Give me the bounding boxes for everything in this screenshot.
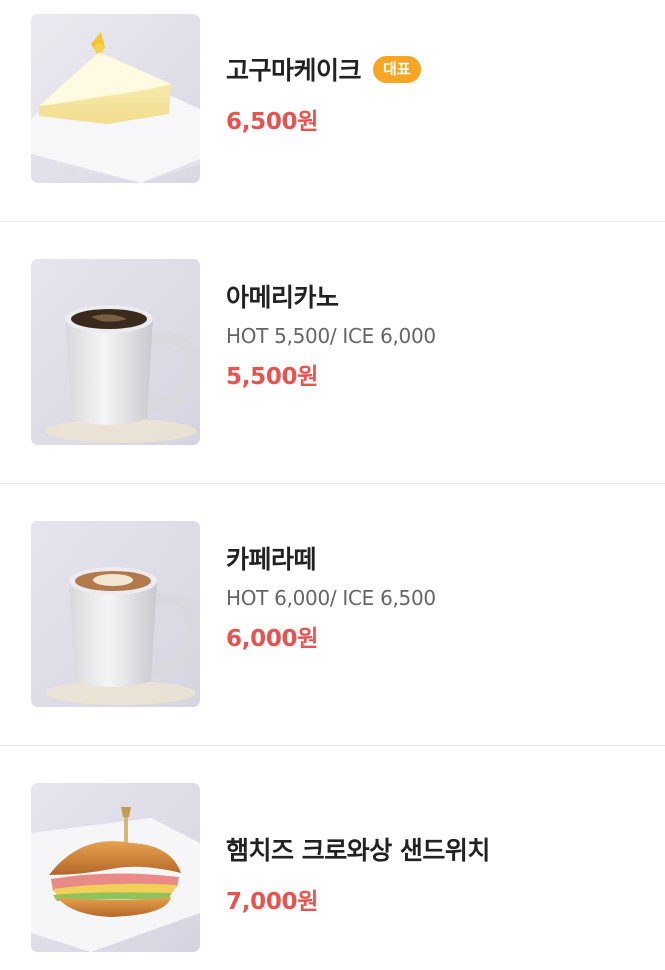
- item-name: 햄치즈 크로와상 샌드위치: [226, 836, 490, 865]
- item-name: 카페라떼: [226, 545, 317, 574]
- item-name: 고구마케이크: [226, 56, 362, 85]
- item-info: 햄치즈 크로와상 샌드위치 7,000원: [226, 830, 655, 916]
- name-row: 고구마케이크 대표: [226, 50, 655, 88]
- menu-item-americano[interactable]: 아메리카노 HOT 5,500/ ICE 6,000 5,500원: [0, 222, 665, 484]
- item-price: 6,500원: [226, 109, 319, 135]
- item-price: 5,500원: [226, 364, 319, 390]
- item-name: 아메리카노: [226, 283, 339, 312]
- name-row: 햄치즈 크로와상 샌드위치: [226, 830, 655, 868]
- item-price: 6,000원: [226, 626, 319, 652]
- americano-mug-photo: [31, 259, 200, 445]
- sweet-potato-cake-photo: [31, 14, 200, 183]
- item-description: HOT 6,000/ ICE 6,500: [226, 586, 436, 610]
- ham-cheese-croissant-photo: [31, 783, 200, 952]
- menu-item-sweet-potato-cake[interactable]: 고구마케이크 대표 6,500원: [0, 0, 665, 222]
- item-info: 고구마케이크 대표 6,500원: [226, 50, 655, 136]
- cafe-latte-mug-photo: [31, 521, 200, 707]
- name-row: 아메리카노: [226, 277, 655, 315]
- signature-badge: 대표: [373, 55, 421, 83]
- menu-list: 고구마케이크 대표 6,500원 아메리카노 HOT 5,500/ ICE 6,…: [0, 0, 665, 970]
- item-info: 아메리카노 HOT 5,500/ ICE 6,000 5,500원: [226, 277, 655, 391]
- menu-item-cafe-latte[interactable]: 카페라떼 HOT 6,000/ ICE 6,500 6,000원: [0, 484, 665, 746]
- menu-item-ham-cheese-croissant[interactable]: 햄치즈 크로와상 샌드위치 7,000원: [0, 746, 665, 970]
- name-row: 카페라떼: [226, 539, 655, 577]
- item-info: 카페라떼 HOT 6,000/ ICE 6,500 6,000원: [226, 539, 655, 653]
- item-price: 7,000원: [226, 889, 319, 915]
- item-description: HOT 5,500/ ICE 6,000: [226, 324, 436, 348]
